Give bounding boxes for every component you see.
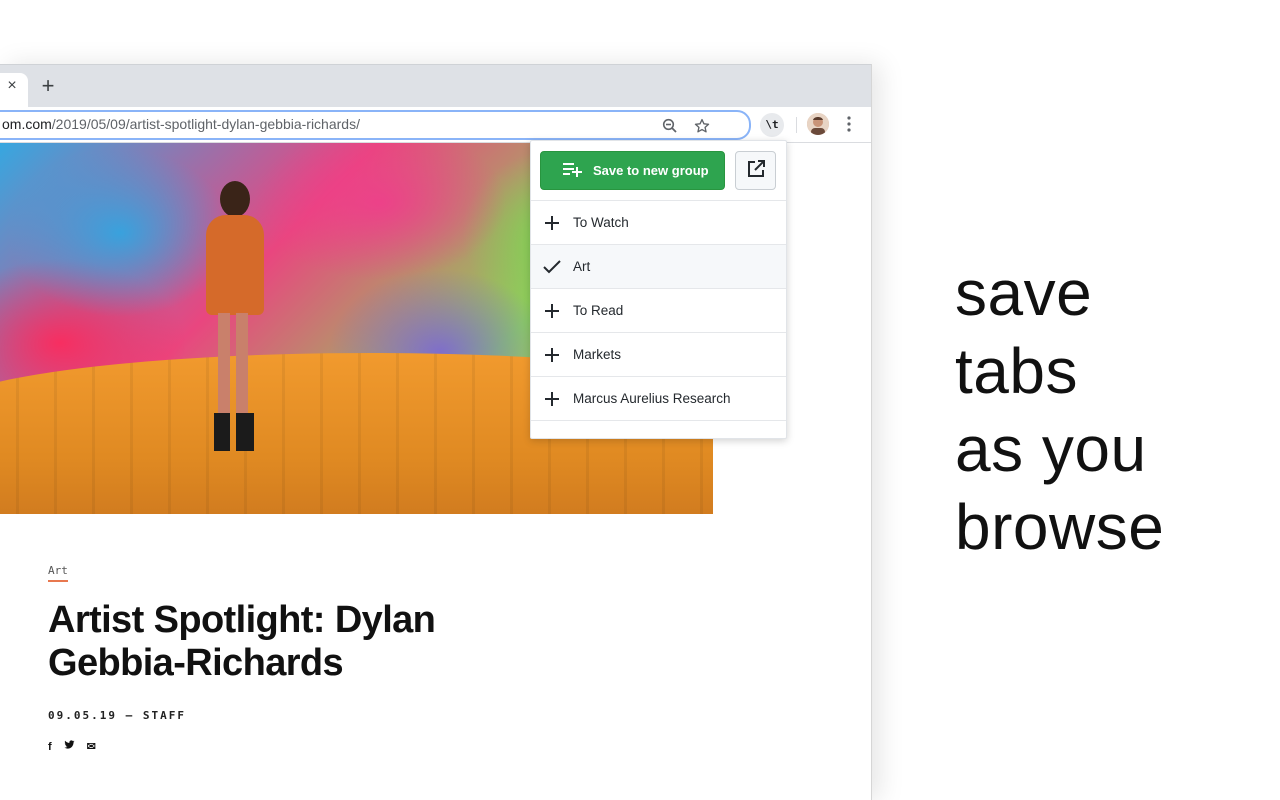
tagline-line: as you	[955, 413, 1147, 485]
external-link-icon	[746, 159, 766, 182]
twitter-icon[interactable]	[64, 740, 75, 753]
article-title: Artist Spotlight: Dylan Gebbia-Richards	[48, 599, 436, 684]
close-tab-icon[interactable]: ×	[2, 78, 22, 94]
new-tab-button[interactable]: +	[38, 75, 58, 97]
zoom-out-icon[interactable]	[662, 118, 678, 139]
article-category-link[interactable]: Art	[48, 564, 68, 582]
article-byline: 09.05.19 — STAFF	[48, 709, 186, 722]
group-item-to-watch[interactable]: To Watch	[531, 201, 786, 245]
group-item-to-read[interactable]: To Read	[531, 289, 786, 333]
group-list: To Watch Art To Read Markets Marcus Aure…	[531, 200, 786, 421]
group-item-markets[interactable]: Markets	[531, 333, 786, 377]
group-item-marcus-aurelius-research[interactable]: Marcus Aurelius Research	[531, 377, 786, 421]
bookmark-star-icon[interactable]	[693, 117, 711, 140]
profile-avatar[interactable]	[807, 113, 829, 135]
browser-toolbar: om.com/2019/05/09/artist-spotlight-dylan…	[0, 107, 871, 143]
promo-tagline: save tabs as you browse	[955, 254, 1164, 566]
plus-icon	[531, 215, 573, 230]
tagline-line: browse	[955, 491, 1165, 563]
group-item-label: Art	[573, 259, 591, 274]
tab-groups-popup: Save to new group To Watch Art To Read M…	[530, 140, 787, 439]
group-item-label: Markets	[573, 347, 622, 362]
article-header: Art Artist Spotlight: Dylan Gebbia-Richa…	[48, 561, 468, 753]
url-text[interactable]: om.com/2019/05/09/artist-spotlight-dylan…	[2, 116, 360, 132]
plus-icon	[531, 391, 573, 406]
group-item-label: Marcus Aurelius Research	[573, 391, 731, 406]
more-menu-icon[interactable]	[842, 113, 856, 140]
group-item-label: To Watch	[573, 215, 629, 230]
save-to-new-group-button[interactable]: Save to new group	[540, 151, 725, 190]
tab-strip: × +	[0, 64, 871, 108]
open-dashboard-button[interactable]	[735, 151, 776, 190]
tagline-line: save	[955, 257, 1093, 329]
url-host: om.com	[2, 116, 52, 132]
check-icon	[531, 259, 573, 274]
social-share: f ✉	[48, 740, 468, 753]
url-path: /2019/05/09/artist-spotlight-dylan-gebbi…	[51, 116, 360, 132]
tagline-line: tabs	[955, 335, 1078, 407]
group-item-art[interactable]: Art	[531, 245, 786, 289]
address-bar[interactable]: om.com/2019/05/09/artist-spotlight-dylan…	[0, 110, 751, 140]
facebook-icon[interactable]: f	[48, 741, 52, 753]
add-list-icon	[563, 161, 583, 180]
group-item-label: To Read	[573, 303, 624, 318]
save-button-label: Save to new group	[593, 163, 709, 178]
plus-icon	[531, 303, 573, 318]
hero-person	[200, 181, 268, 471]
toolbar-divider	[796, 117, 797, 133]
extension-icon[interactable]: \t	[760, 113, 784, 137]
plus-icon	[531, 347, 573, 362]
email-icon[interactable]: ✉	[87, 740, 96, 753]
